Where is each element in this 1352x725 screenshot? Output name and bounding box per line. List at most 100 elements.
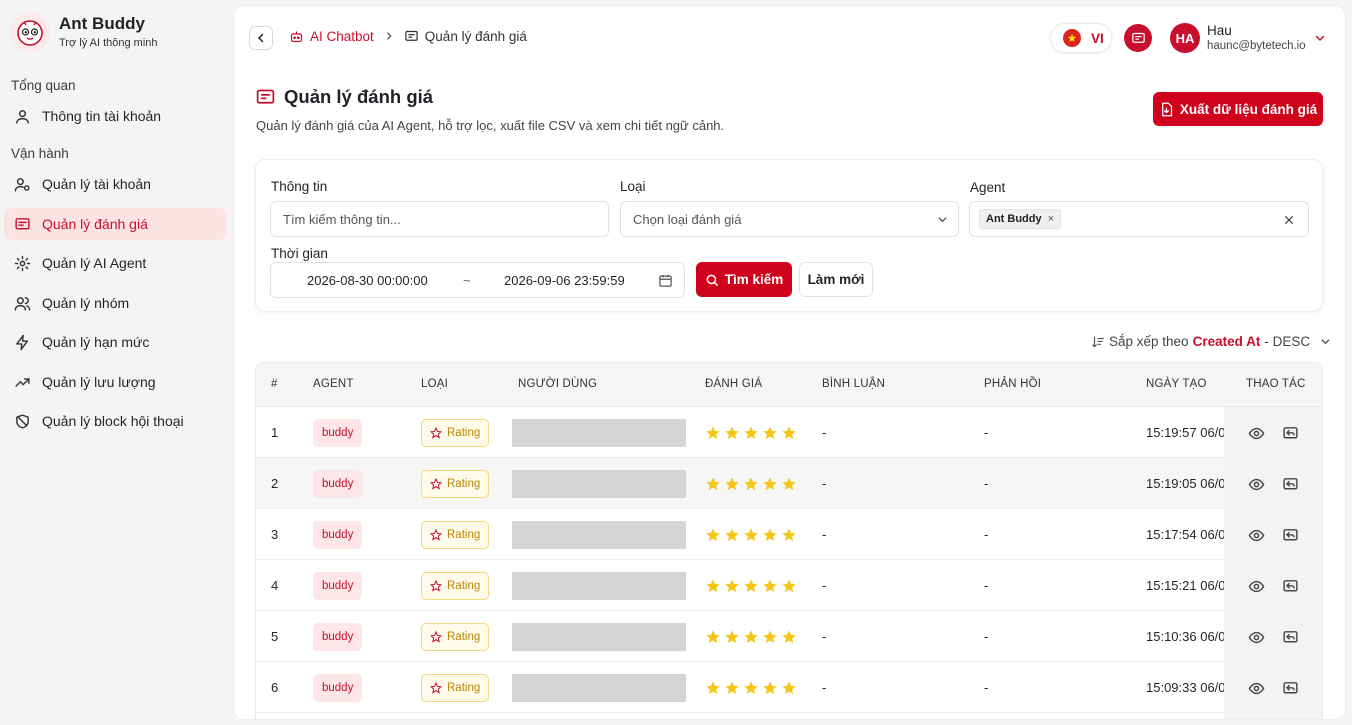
table-row[interactable]: 3 buddy Rating - - 15:17:54 06/0 xyxy=(256,509,1322,560)
reply-message-icon[interactable] xyxy=(1281,628,1299,646)
sidebar-item-block-conversations[interactable]: Quản lý block hội thoại xyxy=(4,405,227,437)
star-outline-icon xyxy=(430,528,442,541)
view-eye-icon[interactable] xyxy=(1247,526,1265,544)
chevron-down-icon xyxy=(1321,339,1330,345)
column-header: ĐÁNH GIÁ xyxy=(705,378,763,390)
reply-message-icon[interactable] xyxy=(1281,577,1299,595)
main-panel: AI Chatbot Quản lý đánh giá VI HA Hau ha… xyxy=(234,6,1345,719)
file-download-icon xyxy=(1161,102,1172,116)
breadcrumb-ai-chatbot[interactable]: AI Chatbot xyxy=(289,29,374,44)
language-label: VI xyxy=(1091,30,1104,46)
star-outline-icon xyxy=(430,426,442,439)
user-redacted-block xyxy=(512,571,686,600)
type-badge: Rating xyxy=(421,418,490,447)
avatar[interactable]: HA xyxy=(1170,23,1200,53)
tag-close-icon[interactable]: × xyxy=(1048,213,1054,225)
star-icon xyxy=(705,629,724,645)
star-rating xyxy=(705,425,800,441)
star-icon xyxy=(743,425,762,441)
user-redacted-block xyxy=(512,622,686,651)
sidebar-item-ai-agent[interactable]: Quản lý AI Agent xyxy=(4,247,227,279)
filter-card: Thông tin Tìm kiếm thông tin... Loại Chọ… xyxy=(255,159,1323,312)
agent-badge: buddy xyxy=(313,571,363,600)
page-title-text: Quản lý đánh giá xyxy=(284,86,434,107)
search-button[interactable]: Tìm kiếm xyxy=(696,262,792,297)
table-row[interactable]: 1 buddy Rating - - 15:19:57 06/0 xyxy=(256,407,1322,458)
view-eye-icon[interactable] xyxy=(1247,475,1265,493)
sort-control[interactable]: Sắp xếp theo Created At - DESC xyxy=(1091,334,1331,349)
feedback-cell: - xyxy=(984,629,989,644)
table-row[interactable]: 4 buddy Rating - - 15:15:21 06/0 xyxy=(256,560,1322,611)
comment-cell: - xyxy=(822,425,827,440)
sidebar-item-label: Thông tin tài khoản xyxy=(42,108,162,124)
comment-cell: - xyxy=(822,527,827,542)
user-menu-chevron-down-icon[interactable] xyxy=(1314,31,1326,47)
breadcrumb-current: Quản lý đánh giá xyxy=(404,29,527,44)
star-icon xyxy=(762,527,781,543)
agent-badge: buddy xyxy=(313,622,363,651)
star-icon xyxy=(762,629,781,645)
chevron-left-icon xyxy=(257,33,264,43)
feedback-cell: - xyxy=(984,527,989,542)
chat-button[interactable] xyxy=(1124,24,1152,52)
table-row[interactable]: 5 buddy Rating - - 15:10:36 06/0 xyxy=(256,611,1322,662)
star-rating xyxy=(705,476,800,492)
agent-select[interactable]: Ant Buddy × xyxy=(969,201,1309,237)
star-icon xyxy=(743,527,762,543)
sidebar-item-review-management[interactable]: Quản lý đánh giá xyxy=(4,208,227,240)
created-at-cell: 15:19:05 06/0 xyxy=(1146,476,1224,491)
sidebar-item-groups[interactable]: Quản lý nhóm xyxy=(4,287,227,319)
agent-tag[interactable]: Ant Buddy × xyxy=(979,209,1062,229)
view-eye-icon[interactable] xyxy=(1247,628,1265,646)
star-icon xyxy=(705,527,724,543)
date-start[interactable]: 2026-08-30 00:00:00 xyxy=(307,273,428,288)
reply-message-icon[interactable] xyxy=(1281,526,1299,544)
star-icon xyxy=(724,629,743,645)
back-button[interactable] xyxy=(249,26,273,50)
column-header: LOẠI xyxy=(421,378,449,390)
clear-icon[interactable] xyxy=(1284,215,1294,225)
language-switcher[interactable]: VI xyxy=(1050,23,1112,53)
reply-message-icon[interactable] xyxy=(1281,475,1299,493)
type-label: Loại xyxy=(620,179,646,194)
comment-cell: - xyxy=(822,578,827,593)
reset-button[interactable]: Làm mới xyxy=(799,262,873,297)
feedback-cell: - xyxy=(984,476,989,491)
type-badge: Rating xyxy=(421,520,490,549)
date-range-picker[interactable]: 2026-08-30 00:00:00 ~ 2026-09-06 23:59:5… xyxy=(270,262,685,298)
agent-badge: buddy xyxy=(313,520,363,549)
brand[interactable]: Ant Buddy Trợ lý AI thông minh xyxy=(10,12,158,52)
reply-message-icon[interactable] xyxy=(1281,424,1299,442)
sidebar-item-label: Quản lý lưu lượng xyxy=(42,374,156,390)
table-row[interactable]: 6 buddy Rating - - 15:09:33 06/0 xyxy=(256,662,1322,713)
star-icon xyxy=(781,527,800,543)
view-eye-icon[interactable] xyxy=(1247,577,1265,595)
user-redacted-block xyxy=(512,418,686,447)
message-square-icon xyxy=(256,89,275,104)
sidebar-item-quota[interactable]: Quản lý hạn mức xyxy=(4,326,227,358)
view-eye-icon[interactable] xyxy=(1247,424,1265,442)
date-end[interactable]: 2026-09-06 23:59:59 xyxy=(504,273,625,288)
star-outline-icon xyxy=(430,477,442,490)
sidebar-item-account-info[interactable]: Thông tin tài khoản xyxy=(4,100,227,132)
sort-order: - DESC xyxy=(1264,334,1311,349)
star-icon xyxy=(705,476,724,492)
table-row[interactable]: 2 buddy Rating - - 15:19:05 06/0 xyxy=(256,458,1322,509)
type-badge: Rating xyxy=(421,673,490,702)
search-input[interactable]: Tìm kiếm thông tin... xyxy=(270,201,609,237)
comment-cell: - xyxy=(822,680,827,695)
sidebar-item-account-management[interactable]: Quản lý tài khoản xyxy=(4,168,227,200)
star-outline-icon xyxy=(430,681,442,694)
search-button-label: Tìm kiếm xyxy=(724,272,784,287)
sidebar-item-traffic[interactable]: Quản lý lưu lượng xyxy=(4,366,227,398)
export-button[interactable]: Xuất dữ liệu đánh giá xyxy=(1153,92,1323,126)
type-select[interactable]: Chọn loại đánh giá xyxy=(620,201,959,237)
reply-message-icon[interactable] xyxy=(1281,679,1299,697)
column-header: BÌNH LUẬN xyxy=(822,378,886,390)
agent-tag-label: Ant Buddy xyxy=(986,213,1042,225)
row-index: 6 xyxy=(271,680,279,695)
row-index: 4 xyxy=(271,578,279,593)
ant-logo-icon xyxy=(10,12,50,52)
view-eye-icon[interactable] xyxy=(1247,679,1265,697)
message-icon xyxy=(1131,32,1145,43)
